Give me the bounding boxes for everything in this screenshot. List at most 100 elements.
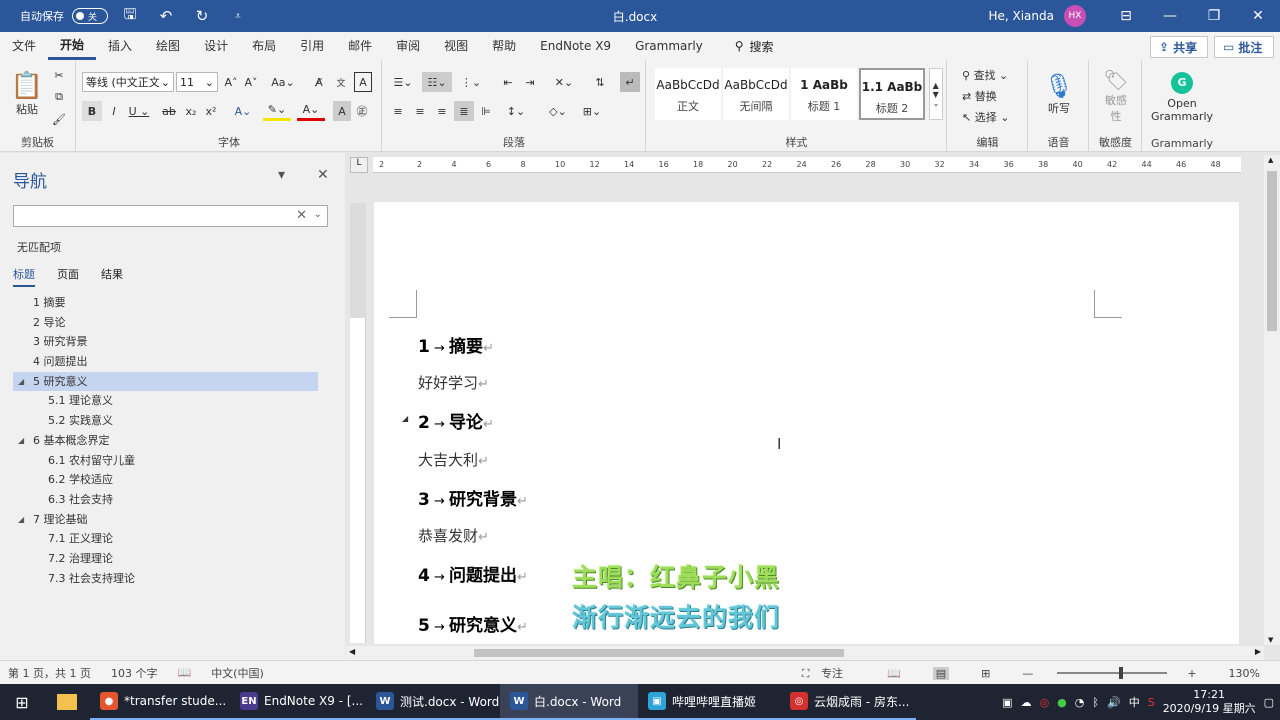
enclose-characters-icon[interactable]: ㊣ [353,101,371,121]
bold-button[interactable]: B [82,101,102,121]
tab-5[interactable]: 布局 [240,32,288,60]
taskbar-app[interactable]: ◎ 云烟成雨 - 房东... [780,684,916,720]
tab-3[interactable]: 绘图 [144,32,192,60]
restore-button[interactable]: ❐ [1192,0,1236,32]
nav-close-icon[interactable]: ✕ [317,167,329,183]
tray-volume-icon[interactable]: 🔊 [1107,696,1121,709]
horizontal-scrollbar[interactable]: ◀ ▶ [346,646,1264,660]
vertical-ruler[interactable] [350,203,366,643]
customize-qat-icon[interactable]: ⩡ [224,11,252,22]
save-icon[interactable]: 🖫 [116,4,144,29]
tab-8[interactable]: 审阅 [384,32,432,60]
zoom-slider[interactable] [1057,667,1168,679]
minimize-button[interactable]: — [1148,0,1192,32]
chevron-down-icon[interactable]: ⌄ [314,209,322,220]
change-case-icon[interactable]: Aa⌄ [269,72,297,92]
tray-bluetooth-icon[interactable]: ᛒ [1092,696,1099,709]
collapse-arrow-icon[interactable]: ◢ [18,510,24,530]
paste-button[interactable]: 📋 粘贴 [10,66,44,122]
page-count[interactable]: 第 1 页，共 1 页 [8,665,91,681]
doc-paragraph[interactable]: 好好学习↵ [418,372,489,393]
text-effects-icon[interactable]: A⌄ [229,101,257,121]
nav-heading-item[interactable]: 6.2 学校适应 [13,470,318,490]
nav-heading-item[interactable]: 2 导论 [13,313,318,333]
decrease-indent-icon[interactable]: ⇤ [498,72,518,92]
collapse-arrow-icon[interactable]: ◢ [18,431,24,451]
print-layout-icon[interactable]: ▤ [932,666,950,680]
style-item[interactable]: 1 AaBb 标题 1 [791,68,857,120]
nav-heading-item[interactable]: 5.2 实践意义 [13,411,318,431]
document-page[interactable]: 1 → 摘要↵ 好好学习↵ 2 → 导论↵ ◢ 大吉大利↵ 3 → 研究背景↵ 恭喜发财↵ 4… [374,202,1239,644]
search-tab[interactable]: ⚲ 搜索 [715,38,774,55]
distributed-icon[interactable]: ⊫ [476,101,496,121]
web-layout-icon[interactable]: ⊞ [981,667,990,680]
justify-icon[interactable]: ≣ [454,101,474,121]
scroll-down-icon[interactable]: ▼ [1268,636,1273,644]
nav-search-input[interactable]: ✕ ⌄ [13,205,328,227]
nav-heading-item[interactable]: 6.3 社会支持 [13,490,318,510]
tab-1[interactable]: 开始 [48,32,97,60]
horizontal-scroll-thumb[interactable] [474,649,844,657]
align-center-icon[interactable]: ≡ [410,101,430,121]
clear-format-icon[interactable]: A̸ [310,72,328,92]
close-button[interactable]: ✕ [1236,0,1280,32]
open-grammarly-button[interactable]: G Open Grammarly [1147,66,1217,128]
scroll-up-icon[interactable]: ▲ [1268,156,1273,164]
subscript-button[interactable]: x₂ [181,101,201,121]
doc-heading[interactable]: 5 → 研究意义↵ [418,611,528,636]
scroll-right-icon[interactable]: ▶ [1255,647,1261,656]
vertical-scrollbar[interactable]: ▲ ▼ [1264,155,1280,645]
vertical-scroll-thumb[interactable] [1267,171,1277,331]
read-mode-icon[interactable]: 📖 [887,667,901,680]
tab-11[interactable]: EndNote X9 [528,32,623,60]
tab-0[interactable]: 文件 [0,32,48,60]
style-item[interactable]: AaBbCcDd 正文 [655,68,721,120]
character-shading-icon[interactable]: A [333,101,351,121]
doc-heading[interactable]: 2 → 导论↵ [418,408,494,433]
nav-heading-item[interactable]: 3 研究背景 [13,332,318,352]
doc-paragraph[interactable]: 大吉大利↵ [418,449,489,470]
ime-indicator[interactable]: 中 [1129,694,1140,710]
file-explorer-icon[interactable] [44,684,90,720]
notifications-icon[interactable]: ▢ [1264,696,1274,709]
nav-options-icon[interactable]: ▾ [278,167,285,183]
collapse-arrow-icon[interactable]: ◢ [402,414,408,423]
tab-2[interactable]: 插入 [96,32,144,60]
tray-wechat-icon[interactable]: ● [1057,696,1067,709]
taskbar-app[interactable]: W 白.docx - Word [500,684,638,720]
zoom-in-icon[interactable]: + [1187,667,1196,680]
nav-heading-item[interactable]: 7.1 正义理论 [13,529,318,549]
nav-heading-item[interactable]: 4 问题提出 [13,352,318,372]
align-left-icon[interactable]: ≡ [388,101,408,121]
collapse-arrow-icon[interactable]: ◢ [18,372,24,392]
nav-heading-item[interactable]: 7.3 社会支持理论 [13,569,318,589]
italic-button[interactable]: I [104,101,124,121]
nav-heading-item[interactable]: 1 摘要 [13,293,318,313]
doc-paragraph[interactable]: 恭喜发财↵ [418,525,489,546]
tab-12[interactable]: Grammarly [623,32,715,60]
nav-heading-item[interactable]: 5.1 理论意义 [13,391,318,411]
doc-heading[interactable]: 1 → 摘要↵ [418,332,494,357]
tray-netease-icon[interactable]: ◎ [1040,696,1050,709]
styles-scroll[interactable]: ▲ ▼ ⌄ [929,68,943,120]
scroll-left-icon[interactable]: ◀ [349,647,355,656]
highlight-icon[interactable]: ✎⌄ [263,101,291,121]
tray-input-method-icon[interactable]: S [1148,696,1155,709]
superscript-button[interactable]: x² [201,101,221,121]
replace-button[interactable]: ⇄ 替换 [962,87,1024,105]
autosave-toggle[interactable]: 关 [72,8,108,24]
taskbar-app[interactable]: ▣ 哔哩哔哩直播姬 [638,684,780,720]
clear-search-icon[interactable]: ✕ [296,208,307,223]
word-count[interactable]: 103 个字 [111,665,158,681]
nav-tab-pages[interactable]: 页面 [57,266,79,287]
character-border-icon[interactable]: A [354,72,372,92]
clock[interactable]: 17:21 2020/9/19 星期六 [1163,688,1256,716]
tab-9[interactable]: 视图 [432,32,480,60]
increase-indent-icon[interactable]: ⇥ [520,72,540,92]
tab-10[interactable]: 帮助 [480,32,528,60]
tab-selector[interactable]: L [350,157,368,173]
style-item[interactable]: 1.1 AaBb 标题 2 [859,68,925,120]
multilevel-list-icon[interactable]: ⋮⌄ [456,72,486,92]
windows-start-icon[interactable]: ⊞ [0,684,44,720]
cut-icon[interactable]: ✂ [50,66,68,84]
